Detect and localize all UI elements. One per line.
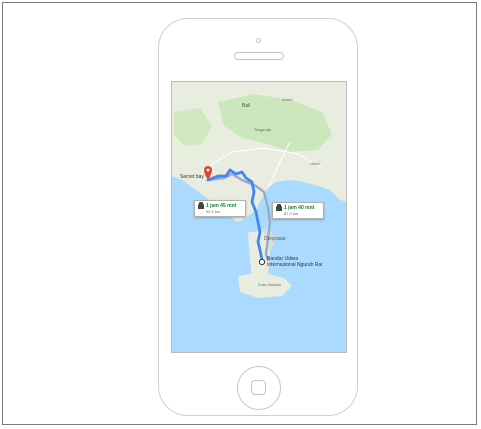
map-label-ubud: Ubud — [310, 161, 320, 166]
front-camera-icon — [256, 38, 261, 43]
map-label-kuta-selatan: Kuta Selatan — [258, 282, 281, 287]
map-label-singaraja: Singaraja — [254, 127, 271, 132]
origin-label: Bandar Udara Internasional Ngurah Rai — [267, 256, 327, 269]
map-view[interactable]: Bali Amed Singaraja Ubud Denpasar Kuta S… — [171, 81, 347, 353]
home-button-icon — [251, 380, 266, 395]
car-icon — [198, 201, 204, 209]
map-label-denpasar: Denpasar — [264, 236, 286, 242]
earpiece-speaker — [234, 52, 284, 60]
map-label-bali: Bali — [242, 103, 251, 109]
car-icon — [276, 203, 282, 211]
route-info-primary[interactable]: 1 jam 45 mnt 90,2 km — [194, 200, 246, 217]
map-label-amed: Amed — [282, 97, 293, 102]
route-info-alternate[interactable]: 1 jam 40 mnt 87,3 km — [272, 202, 324, 219]
smartphone-mockup: Bali Amed Singaraja Ubud Denpasar Kuta S… — [158, 18, 358, 416]
origin-label-text: Bandar Udara Internasional Ngurah Rai — [267, 256, 323, 268]
image-frame: Bali Amed Singaraja Ubud Denpasar Kuta S… — [2, 2, 477, 425]
route-distance: 87,3 km — [284, 211, 299, 216]
destination-label: Secret bay — [180, 174, 204, 180]
home-button[interactable] — [237, 366, 281, 410]
route-distance: 90,2 km — [206, 209, 221, 214]
origin-marker-icon — [258, 258, 266, 266]
